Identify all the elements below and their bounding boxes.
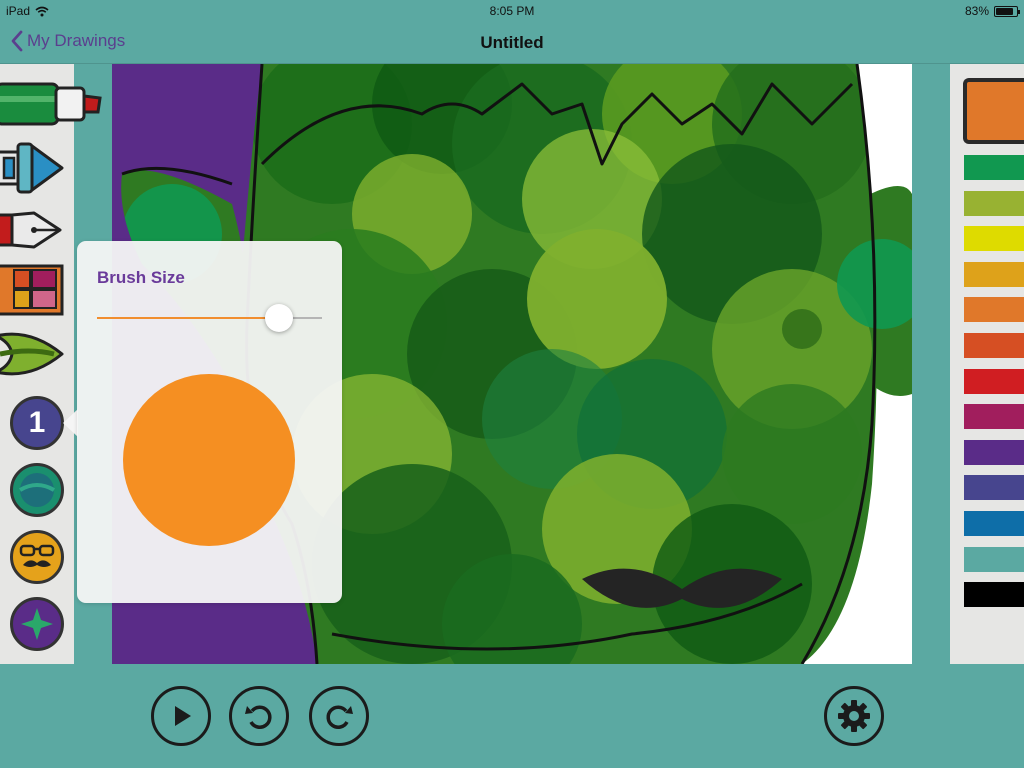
sparkle-brush[interactable] — [10, 597, 64, 651]
undo-button[interactable] — [229, 686, 289, 746]
number-brush-glyph: 1 — [28, 406, 46, 439]
redo-button[interactable] — [309, 686, 369, 746]
color-swatch[interactable] — [964, 368, 1024, 394]
color-swatch[interactable] — [964, 582, 1024, 608]
status-time: 8:05 PM — [489, 4, 535, 18]
slider-track-filled — [97, 317, 280, 319]
chevron-left-icon — [11, 30, 23, 52]
back-label: My Drawings — [27, 31, 126, 50]
pattern-circle-icon — [18, 473, 56, 507]
play-icon — [175, 706, 191, 726]
brush-size-preview — [123, 374, 295, 546]
battery-percent: 83% — [964, 4, 989, 18]
number-brush[interactable]: 1 — [10, 396, 64, 450]
color-swatch[interactable] — [964, 439, 1024, 465]
redo-icon — [326, 705, 353, 729]
color-swatch[interactable] — [964, 475, 1024, 501]
color-swatch[interactable] — [964, 190, 1024, 216]
gear-icon — [838, 700, 870, 732]
popover-title: Brush Size — [97, 268, 185, 287]
play-button[interactable] — [151, 686, 211, 746]
brush-size-slider[interactable] — [97, 303, 322, 333]
battery-icon — [994, 5, 1020, 17]
mustache-brush[interactable] — [10, 530, 64, 584]
pattern-brush[interactable] — [10, 463, 64, 517]
color-swatch[interactable] — [964, 297, 1024, 323]
color-palette — [950, 64, 1024, 664]
color-swatch[interactable] — [964, 155, 1024, 180]
popover-arrow — [63, 409, 78, 437]
marker-icon — [0, 82, 102, 126]
slider-thumb[interactable] — [265, 304, 294, 332]
color-swatch[interactable] — [964, 511, 1024, 536]
nav-bar: My Drawings Untitled — [0, 22, 1024, 64]
color-swatch[interactable] — [964, 546, 1024, 572]
color-swatch[interactable] — [964, 333, 1024, 358]
brush-size-popover: Brush Size — [77, 241, 342, 603]
color-swatch[interactable] — [964, 261, 1024, 287]
back-button[interactable]: My Drawings — [10, 30, 125, 52]
current-color-swatch[interactable] — [963, 78, 1024, 144]
marker-tool[interactable] — [0, 76, 104, 132]
status-bar: iPad 8:05 PM 83% — [0, 0, 1024, 22]
sparkle-icon — [21, 608, 53, 640]
crayon-tool[interactable] — [0, 140, 104, 196]
undo-icon — [245, 705, 272, 729]
glasses-mustache-icon — [19, 544, 55, 567]
crayon-icon — [0, 142, 64, 194]
settings-button[interactable] — [824, 686, 884, 746]
color-swatch[interactable] — [964, 226, 1024, 252]
drawing-title: Untitled — [480, 33, 544, 52]
color-swatch[interactable] — [964, 404, 1024, 430]
